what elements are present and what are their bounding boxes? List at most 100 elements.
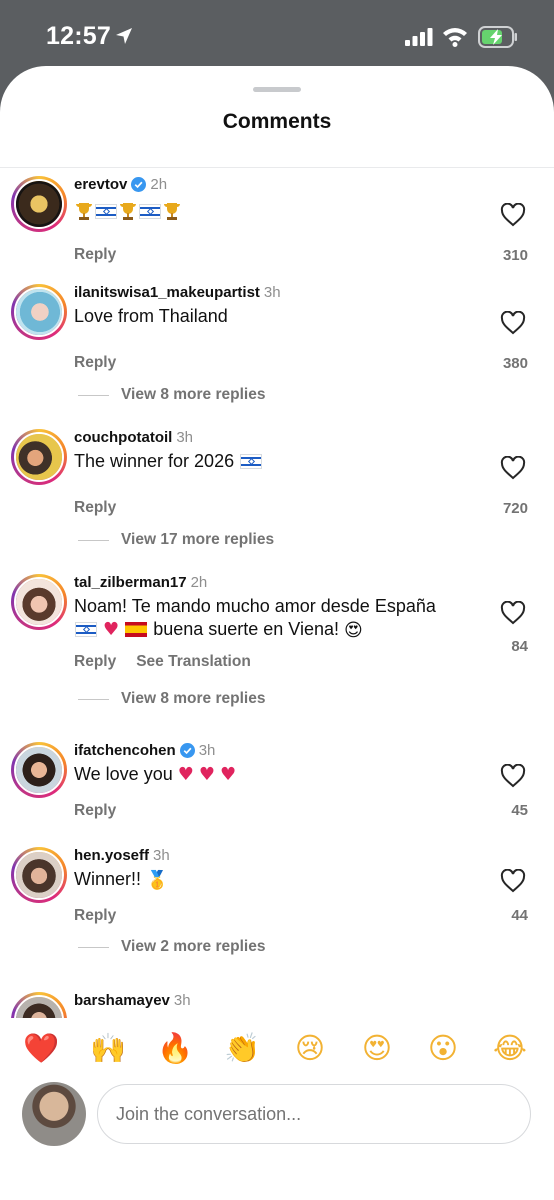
like-count: 380 (502, 355, 528, 372)
comment-text-body: Winner!! (74, 869, 142, 889)
medal-icon: 🥇 (146, 870, 169, 891)
comment-actions: Reply See Translation (74, 653, 271, 671)
avatar[interactable] (11, 176, 67, 232)
verified-badge-icon (179, 743, 195, 758)
quick-reactions: ❤️ 🙌 🔥 👏 😢 😍 😮 😂 (0, 1028, 554, 1070)
israel-flag-icon (240, 454, 263, 469)
trophy-icon (76, 203, 92, 220)
reaction-fire[interactable]: 🔥 (155, 1028, 195, 1068)
avatar[interactable] (11, 429, 67, 485)
username[interactable]: tal_zilberman17 (74, 574, 187, 591)
comment-header: erevtov 2h (74, 176, 167, 193)
username[interactable]: erevtov (74, 176, 127, 193)
username[interactable]: ifatchencohen (74, 742, 176, 759)
trophy-icon (120, 203, 136, 220)
like-count: 720 (502, 500, 528, 517)
reply-button[interactable]: Reply (74, 246, 116, 263)
trophy-icon (164, 203, 180, 220)
more-replies-label: View 17 more replies (121, 531, 275, 548)
comment-text: Love from Thailand (74, 306, 228, 326)
comment-age: 2h (150, 176, 168, 193)
battery-charging-icon (478, 26, 517, 48)
avatar[interactable] (11, 574, 67, 630)
signal-icon (405, 28, 433, 46)
username[interactable]: hen.yoseff (74, 847, 149, 864)
red-heart-icon: ♥ (177, 764, 194, 785)
reaction-clapping[interactable]: 👏 (222, 1028, 262, 1068)
reply-button[interactable]: Reply (74, 499, 116, 516)
comment-text-body: The winner for 2026 (74, 451, 235, 471)
avatar[interactable] (11, 992, 67, 1018)
divider (78, 946, 109, 948)
comment-text: Noam! Te mando mucho amor desde España ♥… (74, 595, 494, 642)
comment-input[interactable] (98, 1085, 530, 1143)
reply-button[interactable]: Reply (74, 354, 116, 371)
divider (78, 394, 109, 396)
comment-text (74, 200, 474, 223)
heart-outline-icon[interactable] (500, 311, 526, 335)
avatar[interactable] (22, 1082, 86, 1146)
reaction-surprised[interactable]: 😮 (423, 1028, 463, 1068)
comment-age: 3h (263, 284, 281, 301)
like-count: 310 (502, 247, 528, 264)
heart-outline-icon[interactable] (500, 869, 526, 893)
comment-header: couchpotatoil 3h (74, 429, 193, 446)
comment-text-line: Noam! Te mando mucho amor desde España (74, 596, 436, 616)
reply-button[interactable]: Reply (74, 907, 116, 924)
reaction-laughing[interactable]: 😂 (490, 1028, 530, 1068)
username[interactable]: couchpotatoil (74, 429, 172, 446)
reaction-heart-eyes[interactable]: 😍 (357, 1028, 397, 1068)
comment-header: ilanitswisa1_makeupartist 3h (74, 284, 281, 301)
red-heart-icon: ♥ (198, 764, 216, 785)
view-more-replies-button[interactable]: View 8 more replies (78, 690, 265, 708)
comment-actions: Reply (74, 354, 136, 372)
heart-outline-icon[interactable] (500, 764, 526, 788)
red-heart-icon: ♥ (103, 619, 120, 640)
view-more-replies-button[interactable]: View 17 more replies (78, 531, 274, 549)
comment-age: 2h (190, 574, 208, 591)
heart-outline-icon[interactable] (500, 601, 526, 625)
comment-text: Winner!! 🥇 (74, 868, 474, 892)
comment-actions: Reply (74, 246, 136, 264)
like-count: 44 (511, 907, 528, 924)
verified-badge-icon (131, 177, 147, 192)
reply-button[interactable]: Reply (74, 653, 116, 670)
sheet-title: Comments (222, 110, 332, 133)
comment-text: The winner for 2026 (74, 450, 474, 473)
more-replies-label: View 8 more replies (121, 386, 266, 403)
reply-button[interactable]: Reply (74, 802, 116, 819)
divider (78, 539, 109, 541)
composer-bar: ❤️ 🙌 🔥 👏 😢 😍 😮 😂 (0, 1018, 554, 1200)
comment-actions: Reply (74, 802, 136, 820)
comment-actions: Reply (74, 907, 136, 925)
comment-text-body: We love you (74, 764, 173, 784)
like-count: 84 (511, 638, 528, 655)
drag-handle[interactable] (253, 87, 301, 92)
avatar[interactable] (11, 847, 67, 903)
view-more-replies-button[interactable]: View 8 more replies (78, 386, 265, 404)
red-heart-icon: ♥ (220, 764, 237, 785)
reaction-crying[interactable]: 😢 (290, 1028, 330, 1068)
avatar[interactable] (11, 284, 67, 340)
comments-sheet: Comments erevtov 2h Reply 310 ilanitswis… (0, 66, 554, 1200)
comment-list[interactable]: erevtov 2h Reply 310 ilanitswisa1_makeup… (0, 168, 554, 1018)
username[interactable]: ilanitswisa1_makeupartist (74, 284, 260, 301)
avatar[interactable] (11, 742, 67, 798)
view-more-replies-button[interactable]: View 2 more replies (78, 938, 265, 956)
comment-actions: Reply (74, 499, 136, 517)
comment-header: hen.yoseff 3h (74, 847, 170, 864)
heart-outline-icon[interactable] (500, 203, 526, 227)
israel-flag-icon (95, 204, 117, 219)
heart-outline-icon[interactable] (500, 456, 526, 480)
comment-header: tal_zilberman17 2h (74, 574, 207, 591)
spain-flag-icon (125, 622, 148, 637)
comment-text: We love you ♥ ♥ ♥ (74, 763, 474, 786)
username[interactable]: barshamayev (74, 992, 170, 1009)
see-translation-button[interactable]: See Translation (136, 653, 251, 670)
israel-flag-icon (75, 622, 97, 637)
comment-age: 3h (198, 742, 216, 759)
reaction-raising-hands[interactable]: 🙌 (88, 1028, 128, 1068)
reaction-heart[interactable]: ❤️ (21, 1028, 61, 1068)
wifi-icon (443, 28, 467, 47)
location-arrow-icon (116, 28, 132, 44)
